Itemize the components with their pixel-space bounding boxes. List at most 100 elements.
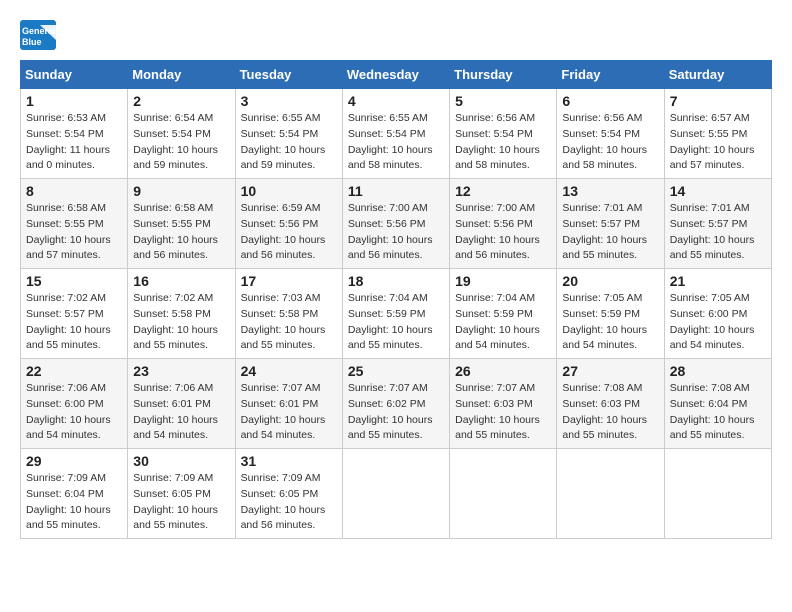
calendar-cell: 3 Sunrise: 6:55 AM Sunset: 5:54 PM Dayli…	[235, 89, 342, 179]
day-number: 7	[670, 93, 766, 109]
day-number: 10	[241, 183, 337, 199]
day-info: Sunrise: 7:02 AM Sunset: 5:58 PM Dayligh…	[133, 291, 229, 354]
day-number: 11	[348, 183, 444, 199]
calendar-cell: 6 Sunrise: 6:56 AM Sunset: 5:54 PM Dayli…	[557, 89, 664, 179]
day-number: 23	[133, 363, 229, 379]
day-info: Sunrise: 6:55 AM Sunset: 5:54 PM Dayligh…	[348, 111, 444, 174]
day-info: Sunrise: 7:08 AM Sunset: 6:04 PM Dayligh…	[670, 381, 766, 444]
day-info: Sunrise: 7:07 AM Sunset: 6:01 PM Dayligh…	[241, 381, 337, 444]
col-thursday: Thursday	[450, 61, 557, 89]
day-number: 24	[241, 363, 337, 379]
day-number: 22	[26, 363, 122, 379]
calendar-cell: 4 Sunrise: 6:55 AM Sunset: 5:54 PM Dayli…	[342, 89, 449, 179]
day-number: 4	[348, 93, 444, 109]
day-number: 1	[26, 93, 122, 109]
col-tuesday: Tuesday	[235, 61, 342, 89]
day-info: Sunrise: 6:56 AM Sunset: 5:54 PM Dayligh…	[455, 111, 551, 174]
calendar-cell: 30 Sunrise: 7:09 AM Sunset: 6:05 PM Dayl…	[128, 449, 235, 539]
day-info: Sunrise: 7:02 AM Sunset: 5:57 PM Dayligh…	[26, 291, 122, 354]
calendar-cell: 20 Sunrise: 7:05 AM Sunset: 5:59 PM Dayl…	[557, 269, 664, 359]
calendar-cell: 2 Sunrise: 6:54 AM Sunset: 5:54 PM Dayli…	[128, 89, 235, 179]
calendar-cell	[450, 449, 557, 539]
calendar-table: Sunday Monday Tuesday Wednesday Thursday…	[20, 60, 772, 539]
day-info: Sunrise: 7:09 AM Sunset: 6:05 PM Dayligh…	[133, 471, 229, 534]
day-info: Sunrise: 7:05 AM Sunset: 6:00 PM Dayligh…	[670, 291, 766, 354]
day-number: 15	[26, 273, 122, 289]
calendar-cell: 7 Sunrise: 6:57 AM Sunset: 5:55 PM Dayli…	[664, 89, 771, 179]
svg-text:General: General	[22, 26, 56, 36]
calendar-cell: 16 Sunrise: 7:02 AM Sunset: 5:58 PM Dayl…	[128, 269, 235, 359]
calendar-cell: 11 Sunrise: 7:00 AM Sunset: 5:56 PM Dayl…	[342, 179, 449, 269]
logo: General Blue	[20, 20, 56, 50]
day-number: 27	[562, 363, 658, 379]
day-number: 8	[26, 183, 122, 199]
calendar-cell: 23 Sunrise: 7:06 AM Sunset: 6:01 PM Dayl…	[128, 359, 235, 449]
calendar-cell	[557, 449, 664, 539]
day-info: Sunrise: 7:04 AM Sunset: 5:59 PM Dayligh…	[455, 291, 551, 354]
col-friday: Friday	[557, 61, 664, 89]
header-row: Sunday Monday Tuesday Wednesday Thursday…	[21, 61, 772, 89]
calendar-cell: 10 Sunrise: 6:59 AM Sunset: 5:56 PM Dayl…	[235, 179, 342, 269]
day-info: Sunrise: 7:04 AM Sunset: 5:59 PM Dayligh…	[348, 291, 444, 354]
day-number: 20	[562, 273, 658, 289]
day-number: 29	[26, 453, 122, 469]
day-info: Sunrise: 6:58 AM Sunset: 5:55 PM Dayligh…	[133, 201, 229, 264]
day-info: Sunrise: 7:03 AM Sunset: 5:58 PM Dayligh…	[241, 291, 337, 354]
col-wednesday: Wednesday	[342, 61, 449, 89]
day-info: Sunrise: 6:59 AM Sunset: 5:56 PM Dayligh…	[241, 201, 337, 264]
calendar-cell: 18 Sunrise: 7:04 AM Sunset: 5:59 PM Dayl…	[342, 269, 449, 359]
calendar-cell: 25 Sunrise: 7:07 AM Sunset: 6:02 PM Dayl…	[342, 359, 449, 449]
day-number: 17	[241, 273, 337, 289]
day-number: 12	[455, 183, 551, 199]
calendar-cell: 8 Sunrise: 6:58 AM Sunset: 5:55 PM Dayli…	[21, 179, 128, 269]
day-info: Sunrise: 6:58 AM Sunset: 5:55 PM Dayligh…	[26, 201, 122, 264]
day-info: Sunrise: 7:09 AM Sunset: 6:04 PM Dayligh…	[26, 471, 122, 534]
day-info: Sunrise: 6:54 AM Sunset: 5:54 PM Dayligh…	[133, 111, 229, 174]
calendar-week-row: 1 Sunrise: 6:53 AM Sunset: 5:54 PM Dayli…	[21, 89, 772, 179]
calendar-cell: 29 Sunrise: 7:09 AM Sunset: 6:04 PM Dayl…	[21, 449, 128, 539]
calendar-cell: 15 Sunrise: 7:02 AM Sunset: 5:57 PM Dayl…	[21, 269, 128, 359]
calendar-week-row: 15 Sunrise: 7:02 AM Sunset: 5:57 PM Dayl…	[21, 269, 772, 359]
day-number: 25	[348, 363, 444, 379]
day-number: 19	[455, 273, 551, 289]
day-number: 16	[133, 273, 229, 289]
calendar-cell: 1 Sunrise: 6:53 AM Sunset: 5:54 PM Dayli…	[21, 89, 128, 179]
day-info: Sunrise: 7:00 AM Sunset: 5:56 PM Dayligh…	[348, 201, 444, 264]
calendar-cell: 26 Sunrise: 7:07 AM Sunset: 6:03 PM Dayl…	[450, 359, 557, 449]
day-info: Sunrise: 7:07 AM Sunset: 6:03 PM Dayligh…	[455, 381, 551, 444]
col-saturday: Saturday	[664, 61, 771, 89]
day-info: Sunrise: 7:06 AM Sunset: 6:00 PM Dayligh…	[26, 381, 122, 444]
calendar-cell: 21 Sunrise: 7:05 AM Sunset: 6:00 PM Dayl…	[664, 269, 771, 359]
calendar-cell: 24 Sunrise: 7:07 AM Sunset: 6:01 PM Dayl…	[235, 359, 342, 449]
day-info: Sunrise: 6:53 AM Sunset: 5:54 PM Dayligh…	[26, 111, 122, 174]
calendar-cell	[342, 449, 449, 539]
day-info: Sunrise: 7:09 AM Sunset: 6:05 PM Dayligh…	[241, 471, 337, 534]
day-info: Sunrise: 6:55 AM Sunset: 5:54 PM Dayligh…	[241, 111, 337, 174]
calendar-week-row: 22 Sunrise: 7:06 AM Sunset: 6:00 PM Dayl…	[21, 359, 772, 449]
day-info: Sunrise: 6:56 AM Sunset: 5:54 PM Dayligh…	[562, 111, 658, 174]
day-number: 3	[241, 93, 337, 109]
page-header: General Blue	[20, 20, 772, 50]
col-sunday: Sunday	[21, 61, 128, 89]
calendar-cell: 19 Sunrise: 7:04 AM Sunset: 5:59 PM Dayl…	[450, 269, 557, 359]
col-monday: Monday	[128, 61, 235, 89]
day-info: Sunrise: 6:57 AM Sunset: 5:55 PM Dayligh…	[670, 111, 766, 174]
day-info: Sunrise: 7:01 AM Sunset: 5:57 PM Dayligh…	[562, 201, 658, 264]
day-info: Sunrise: 7:00 AM Sunset: 5:56 PM Dayligh…	[455, 201, 551, 264]
day-number: 14	[670, 183, 766, 199]
day-info: Sunrise: 7:01 AM Sunset: 5:57 PM Dayligh…	[670, 201, 766, 264]
logo-icon: General Blue	[20, 20, 56, 50]
day-number: 26	[455, 363, 551, 379]
calendar-cell: 31 Sunrise: 7:09 AM Sunset: 6:05 PM Dayl…	[235, 449, 342, 539]
day-number: 5	[455, 93, 551, 109]
day-number: 30	[133, 453, 229, 469]
day-info: Sunrise: 7:08 AM Sunset: 6:03 PM Dayligh…	[562, 381, 658, 444]
calendar-cell: 5 Sunrise: 6:56 AM Sunset: 5:54 PM Dayli…	[450, 89, 557, 179]
day-number: 13	[562, 183, 658, 199]
day-number: 9	[133, 183, 229, 199]
calendar-cell: 17 Sunrise: 7:03 AM Sunset: 5:58 PM Dayl…	[235, 269, 342, 359]
calendar-week-row: 29 Sunrise: 7:09 AM Sunset: 6:04 PM Dayl…	[21, 449, 772, 539]
day-number: 6	[562, 93, 658, 109]
svg-text:Blue: Blue	[22, 37, 42, 47]
calendar-cell: 13 Sunrise: 7:01 AM Sunset: 5:57 PM Dayl…	[557, 179, 664, 269]
